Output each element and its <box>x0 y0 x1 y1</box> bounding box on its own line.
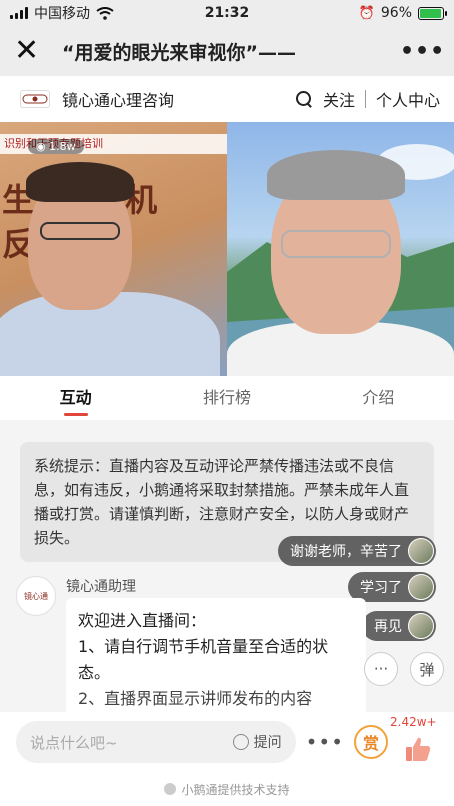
message-line: 欢迎进入直播间： <box>78 611 207 630</box>
speaker-hair <box>26 162 134 202</box>
guest-hair <box>267 150 405 200</box>
thumb-up-icon <box>406 737 431 761</box>
bottom-bar: 说点什么吧~ 提问 ••• 赏 2.42w+ <box>0 712 454 772</box>
message-sender: 镜心通助理 <box>66 579 136 595</box>
message-bubble: 欢迎进入直播间： 1、请自行调节手机音量至合适的状态。 2、直播界面显示讲师发布… <box>66 598 366 712</box>
chat-bubble-icon[interactable]: ··· <box>364 652 398 686</box>
floating-comment-text: 再见 <box>374 619 402 635</box>
tab-intro[interactable]: 介绍 <box>303 376 454 420</box>
avatar <box>408 574 434 600</box>
viewer-count: 1.8w <box>49 140 76 153</box>
danmaku-toggle-button[interactable]: 弹 <box>410 652 444 686</box>
like-count: 2.42w+ <box>390 715 437 729</box>
video-right-speaker <box>227 122 454 376</box>
carrier-label: 中国移动 <box>34 6 90 22</box>
ask-question-toggle[interactable]: 提问 <box>232 732 282 752</box>
radio-icon <box>232 734 249 750</box>
ask-label: 提问 <box>253 735 282 751</box>
channel-bar: 镜心通心理咨询 关注 个人中心 <box>0 76 454 122</box>
signal-icon <box>10 7 28 19</box>
floating-comment-text: 学习了 <box>360 580 402 596</box>
wifi-icon <box>96 6 114 20</box>
page-title: “用爱的眼光来审视你”—— <box>62 41 296 64</box>
footer-text: 小鹅通提供技术支持 <box>181 782 290 797</box>
xiaoe-logo-icon <box>164 783 177 795</box>
speaker-glasses <box>40 222 120 240</box>
close-icon[interactable]: ✕ <box>14 36 54 66</box>
comment-input[interactable]: 说点什么吧~ 提问 <box>16 721 296 763</box>
alarm-icon: ⏰ <box>358 5 375 21</box>
avatar <box>408 538 434 564</box>
live-video[interactable]: 生 理危机 反 识别和干预专题培训 ◉ 1.8w <box>0 122 454 376</box>
follow-button[interactable]: 关注 <box>323 87 355 111</box>
floating-comment: 再见 <box>362 611 436 641</box>
message-line: 1、请自行调节手机音量至合适的状态。 <box>78 637 329 682</box>
profile-link[interactable]: 个人中心 <box>376 87 440 111</box>
battery-icon <box>418 6 447 20</box>
message-line: 2、直播界面显示讲师发布的内容 <box>78 689 313 708</box>
status-left: 中国移动 <box>10 3 180 23</box>
nav-bar: ✕ “用爱的眼光来审视你”—— ••• <box>0 26 454 76</box>
guest-glasses <box>281 230 391 258</box>
tab-ranking[interactable]: 排行榜 <box>151 376 302 420</box>
viewer-count-badge: ◉ 1.8w <box>28 139 84 154</box>
channel-actions: 关注 个人中心 <box>295 87 440 111</box>
like-button[interactable]: 2.42w+ <box>390 715 438 767</box>
battery-percent: 96% <box>380 5 412 21</box>
comment-placeholder: 说点什么吧~ <box>30 733 118 752</box>
status-right: ⏰ 96% <box>274 5 447 21</box>
avatar-text: 镜心通 <box>24 591 48 601</box>
tab-interaction[interactable]: 互动 <box>0 376 151 420</box>
channel-name[interactable]: 镜心通心理咨询 <box>62 87 296 111</box>
eye-icon: ◉ <box>36 140 50 153</box>
floating-comment-text: 谢谢老师，辛苦了 <box>290 544 402 560</box>
speaker-shirt <box>0 292 220 376</box>
channel-logo[interactable] <box>20 90 50 108</box>
battery-fill <box>420 8 442 18</box>
video-left-speaker: 生 理危机 反 识别和干预专题培训 ◉ 1.8w <box>0 122 227 376</box>
search-icon[interactable] <box>295 90 313 108</box>
divider <box>364 90 366 108</box>
tab-bar: 互动 排行榜 介绍 <box>0 376 454 420</box>
reward-button[interactable]: 赏 <box>354 725 388 759</box>
status-bar: 中国移动 21:32 ⏰ 96% <box>0 0 454 26</box>
more-icon[interactable]: ••• <box>400 39 444 64</box>
avatar <box>408 613 434 639</box>
avatar[interactable]: 镜心通 <box>16 576 56 616</box>
floating-comment: 谢谢老师，辛苦了 <box>278 536 436 566</box>
chat-area[interactable]: 系统提示：直播内容及互动评论严禁传播违法或不良信息，如有违反，小鹅通将采取封禁措… <box>0 420 454 712</box>
status-time: 21:32 <box>204 5 250 21</box>
more-options-button[interactable]: ••• <box>306 730 344 754</box>
footer: 小鹅通提供技术支持 <box>0 772 454 806</box>
